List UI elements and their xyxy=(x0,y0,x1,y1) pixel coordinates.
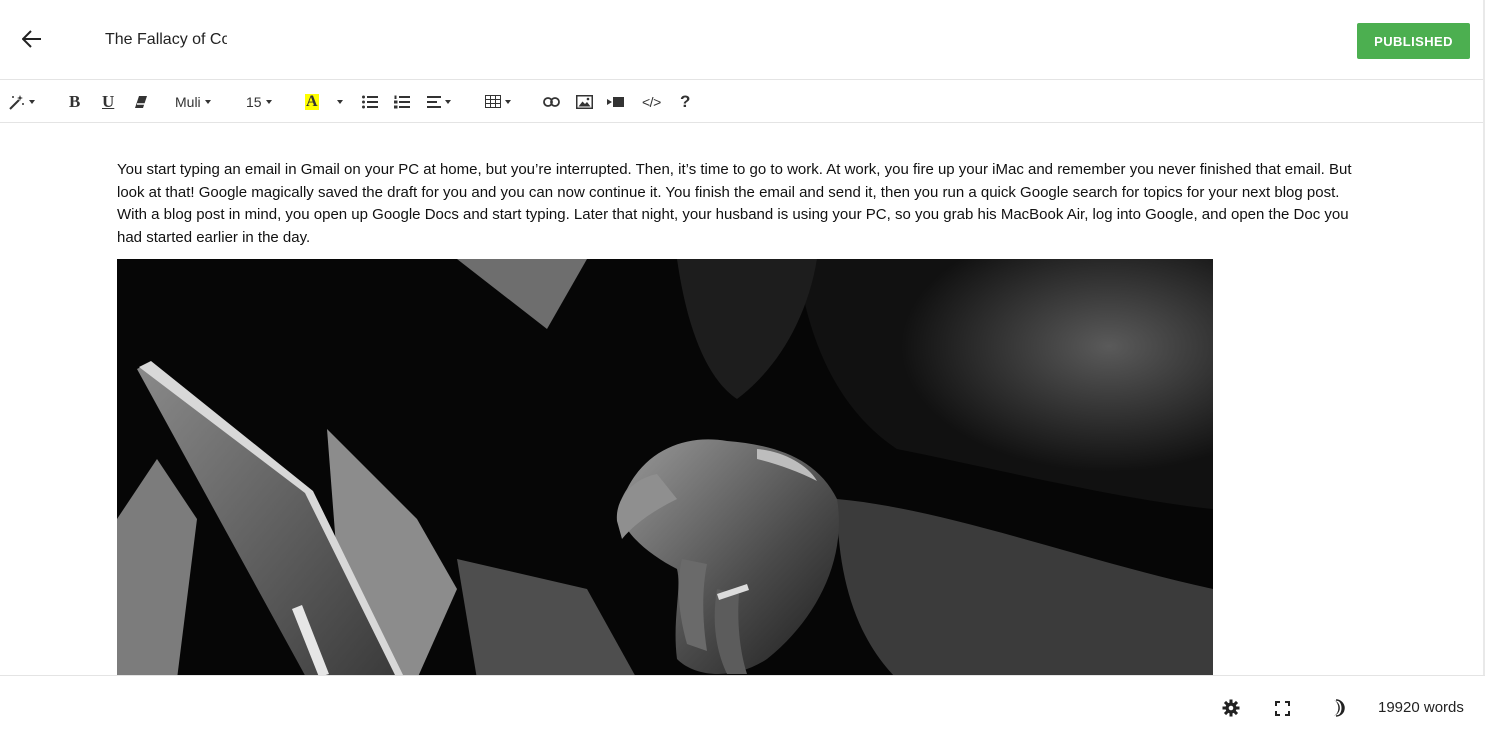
code-icon: </> xyxy=(642,93,661,110)
highlight-color-button[interactable]: A xyxy=(305,80,319,123)
body-paragraph[interactable]: You start typing an email in Gmail on yo… xyxy=(117,159,1367,250)
table-icon xyxy=(485,95,501,108)
arrow-left-icon xyxy=(22,30,41,48)
insert-link-button[interactable] xyxy=(543,80,560,123)
fullscreen-icon xyxy=(1274,700,1290,716)
underline-icon: U xyxy=(102,91,115,111)
bulleted-list-icon xyxy=(362,95,378,108)
settings-button[interactable] xyxy=(1221,698,1241,718)
post-title-input[interactable] xyxy=(105,28,227,52)
font-family-value: Muli xyxy=(175,93,201,110)
published-button[interactable]: PUBLISHED xyxy=(1357,23,1470,59)
help-button[interactable]: ? xyxy=(680,80,690,123)
formatting-toolbar: B U Muli 15 A </> ? xyxy=(0,80,1485,123)
numbered-list-button[interactable] xyxy=(394,80,410,123)
image-icon xyxy=(576,94,593,109)
chevron-down-icon xyxy=(337,99,343,104)
insert-image-button[interactable] xyxy=(576,80,593,123)
chevron-down-icon xyxy=(204,99,211,104)
gear-icon xyxy=(1222,699,1240,717)
fullscreen-button[interactable] xyxy=(1272,698,1292,718)
numbered-list-icon xyxy=(394,95,410,108)
font-size-dropdown[interactable]: 15 xyxy=(246,80,272,123)
editor-footer: 19920 words xyxy=(0,675,1485,736)
highlight-color-dropdown[interactable] xyxy=(333,80,343,123)
font-size-value: 15 xyxy=(246,93,262,110)
magic-wand-icon xyxy=(9,94,24,110)
dark-mode-toggle[interactable] xyxy=(1326,698,1346,718)
article-image[interactable] xyxy=(117,259,1213,675)
bulleted-list-button[interactable] xyxy=(362,80,378,123)
bold-button[interactable]: B xyxy=(69,80,80,123)
chevron-down-icon xyxy=(445,99,451,104)
font-family-dropdown[interactable]: Muli xyxy=(175,80,211,123)
dark-mode-icon xyxy=(1334,699,1345,717)
editor-header: PUBLISHED xyxy=(0,0,1485,80)
clear-format-button[interactable] xyxy=(134,80,148,123)
help-icon: ? xyxy=(680,91,691,111)
word-count: 19920 words xyxy=(1378,699,1464,716)
editor-content[interactable]: You start typing an email in Gmail on yo… xyxy=(0,123,1485,675)
insert-table-dropdown[interactable] xyxy=(485,80,511,123)
chevron-down-icon xyxy=(29,99,35,104)
align-icon xyxy=(427,95,441,108)
magic-style-dropdown[interactable] xyxy=(9,80,35,123)
back-button[interactable] xyxy=(20,27,44,51)
code-view-button[interactable]: </> xyxy=(642,80,661,123)
laptop-hand-photo xyxy=(117,259,1213,675)
highlight-icon: A xyxy=(305,92,319,110)
paragraph-align-dropdown[interactable] xyxy=(427,80,451,123)
insert-video-button[interactable] xyxy=(607,80,624,123)
underline-button[interactable]: U xyxy=(102,80,114,123)
chevron-down-icon xyxy=(265,99,272,104)
link-icon xyxy=(543,96,560,107)
chevron-down-icon xyxy=(505,99,511,104)
eraser-icon xyxy=(135,95,147,108)
video-icon xyxy=(607,96,624,107)
bold-icon: B xyxy=(69,91,81,111)
